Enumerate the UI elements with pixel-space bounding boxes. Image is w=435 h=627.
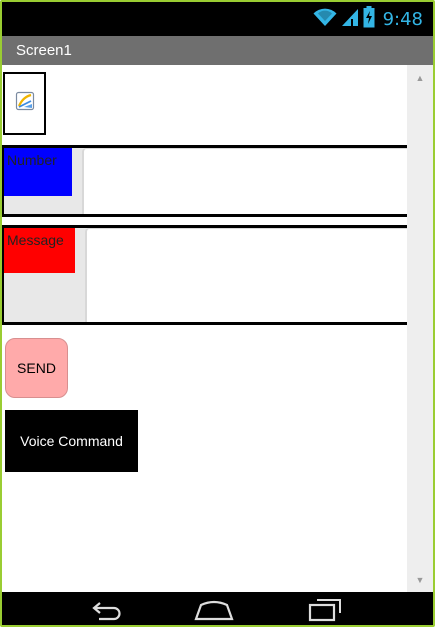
screen-content[interactable]: Number Message SEND Voice Command ▲ ▼ — [2, 65, 433, 592]
device-frame: 9:48 Screen1 Number Message SEND Voice C… — [0, 0, 435, 627]
scroll-up-icon[interactable]: ▲ — [407, 70, 433, 86]
cell-signal-icon — [341, 7, 359, 32]
message-input[interactable] — [85, 228, 411, 322]
number-label: Number — [4, 148, 72, 196]
wifi-icon — [313, 7, 337, 32]
scroll-down-icon[interactable]: ▼ — [407, 572, 433, 588]
image-component — [3, 72, 46, 135]
broken-image-icon — [15, 91, 35, 116]
status-icons: 9:48 — [313, 5, 423, 33]
back-icon[interactable] — [84, 596, 134, 624]
message-label: Message — [4, 228, 75, 273]
voice-command-button[interactable]: Voice Command — [5, 410, 138, 472]
message-row: Message — [2, 225, 411, 325]
send-button[interactable]: SEND — [5, 338, 68, 398]
number-row: Number — [2, 145, 411, 217]
home-icon[interactable] — [189, 596, 239, 624]
scrollbar[interactable]: ▲ ▼ — [407, 65, 433, 592]
status-time: 9:48 — [382, 8, 423, 30]
screen-title: Screen1 — [16, 42, 72, 59]
recents-icon[interactable] — [300, 596, 350, 624]
title-bar: Screen1 — [2, 36, 433, 65]
number-input[interactable] — [82, 148, 411, 214]
status-bar: 9:48 — [2, 2, 433, 36]
battery-charging-icon — [363, 5, 375, 33]
navigation-bar — [2, 592, 433, 625]
